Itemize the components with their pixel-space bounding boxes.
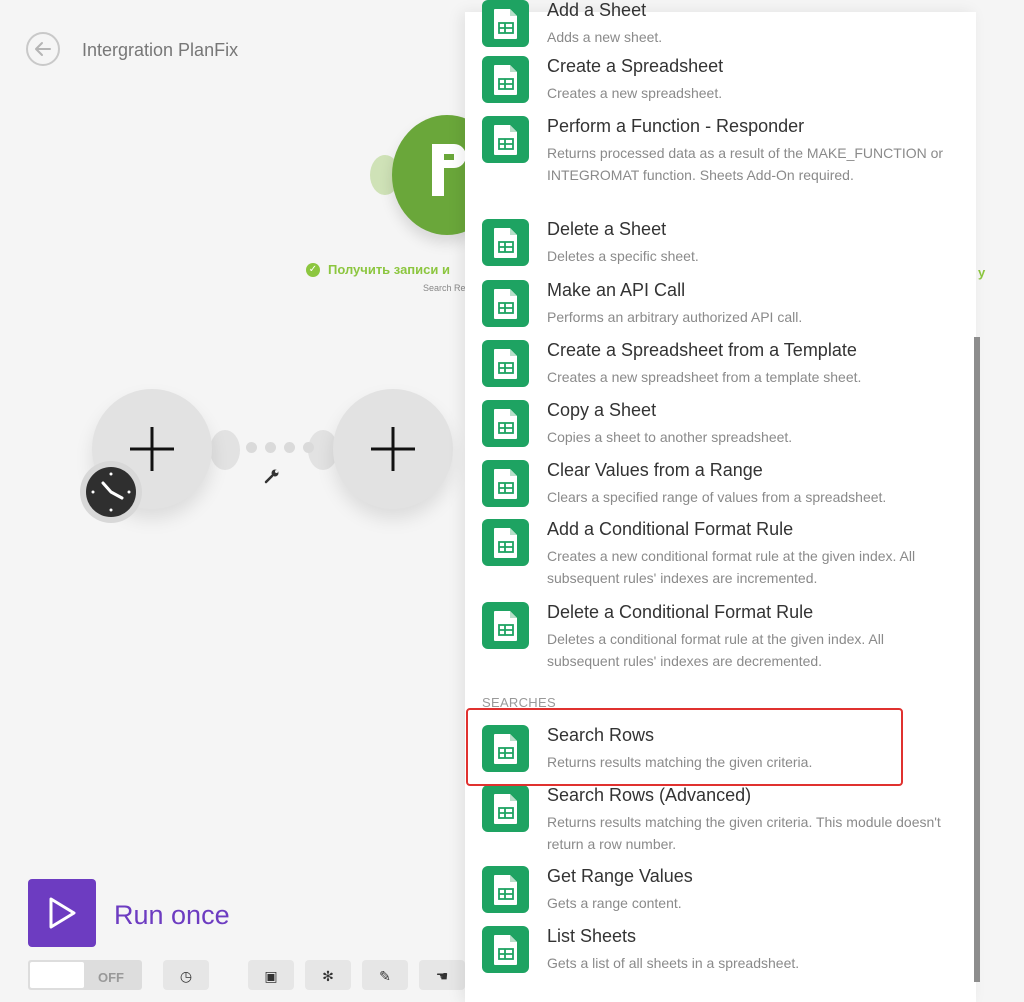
action-name: Make an API Call xyxy=(547,280,686,300)
save-icon: ▣ xyxy=(264,968,278,984)
action-description: Performs an arbitrary authorized API cal… xyxy=(547,309,803,325)
action-name: Search Rows (Advanced) xyxy=(547,785,752,805)
clock-icon: ◷ xyxy=(179,968,193,984)
action-description: Deletes a specific sheet. xyxy=(547,248,699,264)
google-sheets-icon-tile xyxy=(482,280,529,327)
google-sheets-icon-tile xyxy=(482,219,529,266)
google-sheets-icon-tile xyxy=(482,926,529,973)
module-connector xyxy=(210,430,240,470)
action-name: List Sheets xyxy=(547,926,637,946)
google-sheets-icon xyxy=(493,288,517,319)
plus-icon xyxy=(371,427,415,471)
google-sheets-icon xyxy=(493,8,517,39)
arrow-left-icon xyxy=(35,42,51,56)
check-icon: ✓ xyxy=(306,262,320,277)
action-name: Delete a Conditional Format Rule xyxy=(547,602,814,622)
action-name: Clear Values from a Range xyxy=(547,460,763,480)
panel-scrollbar[interactable] xyxy=(974,337,980,982)
action-name: Create a Spreadsheet xyxy=(547,56,724,76)
toggle-knob xyxy=(30,962,84,988)
google-sheets-icon xyxy=(493,610,517,641)
module-label-right: y xyxy=(978,265,986,280)
action-name: Get Range Values xyxy=(547,866,693,886)
action-description: Deletes a conditional format rule at the… xyxy=(547,631,884,669)
highlight-box xyxy=(466,708,903,786)
google-sheets-icon-tile xyxy=(482,56,529,103)
module-sublabel: Search Re xyxy=(423,283,466,293)
action-name: Add a Conditional Format Rule xyxy=(547,519,794,539)
module-label: Получить записи и xyxy=(328,262,450,277)
action-description: Gets a range content. xyxy=(547,895,682,911)
google-sheets-icon-tile xyxy=(482,460,529,507)
action-description: Copies a sheet to another spreadsheet. xyxy=(547,429,793,445)
run-once-button[interactable] xyxy=(28,879,96,947)
google-sheets-icon xyxy=(493,408,517,439)
google-sheets-icon xyxy=(493,348,517,379)
module-status: ✓ Получить записи и xyxy=(306,262,450,277)
action-description: Clears a specified range of values from … xyxy=(547,489,887,505)
google-sheets-icon-tile xyxy=(482,519,529,566)
google-sheets-icon-tile xyxy=(482,340,529,387)
google-sheets-icon-tile xyxy=(482,116,529,163)
action-description: Adds a new sheet. xyxy=(547,29,663,45)
google-sheets-icon xyxy=(493,227,517,258)
google-sheets-icon xyxy=(493,793,517,824)
google-sheets-icon xyxy=(493,124,517,155)
toggle-label: OFF xyxy=(98,970,124,985)
google-sheets-icon-tile xyxy=(482,785,529,832)
google-sheets-icon-tile xyxy=(482,0,529,47)
clock-icon xyxy=(86,467,136,517)
save-button[interactable]: ▣ xyxy=(248,960,294,990)
google-sheets-icon xyxy=(493,527,517,558)
play-icon xyxy=(49,897,76,929)
run-once-label[interactable]: Run once xyxy=(114,900,230,931)
planfix-logo-icon xyxy=(432,144,466,196)
action-name: Perform a Function - Responder xyxy=(547,116,805,136)
history-button[interactable]: ◷ xyxy=(163,960,209,990)
google-sheets-icon-tile xyxy=(482,866,529,913)
action-name: Create a Spreadsheet from a Template xyxy=(547,340,857,360)
scheduling-toggle[interactable]: OFF xyxy=(28,960,142,990)
hand-icon: ☚ xyxy=(435,968,449,984)
back-button[interactable] xyxy=(26,32,60,66)
scenario-title: Intergration PlanFix xyxy=(82,40,239,60)
action-description: Creates a new spreadsheet. xyxy=(547,85,723,101)
google-sheets-icon-tile xyxy=(482,400,529,447)
action-description: Creates a new spreadsheet from a templat… xyxy=(547,369,862,385)
notes-button[interactable]: ☚ xyxy=(419,960,465,990)
google-sheets-icon xyxy=(493,934,517,965)
gear-icon: ✻ xyxy=(322,968,334,984)
google-sheets-icon xyxy=(493,874,517,905)
action-name: Copy a Sheet xyxy=(547,400,657,420)
add-module-button[interactable] xyxy=(333,389,453,509)
action-description: Creates a new conditional format rule at… xyxy=(547,548,916,586)
settings-button[interactable]: ✻ xyxy=(305,960,351,990)
schedule-button[interactable] xyxy=(80,461,142,523)
action-description: Returns processed data as a result of th… xyxy=(547,145,944,183)
action-description: Returns results matching the given crite… xyxy=(547,814,941,852)
action-name: Add a Sheet xyxy=(547,0,647,20)
action-name: Delete a Sheet xyxy=(547,219,667,239)
auto-align-button[interactable]: ✎ xyxy=(362,960,408,990)
magic-wand-icon: ✎ xyxy=(379,968,391,984)
action-description: Gets a list of all sheets in a spreadshe… xyxy=(547,955,800,971)
google-sheets-icon xyxy=(493,64,517,95)
google-sheets-icon xyxy=(493,468,517,499)
google-sheets-icon-tile xyxy=(482,602,529,649)
route-connector[interactable] xyxy=(246,442,314,453)
wrench-icon[interactable] xyxy=(264,468,280,484)
